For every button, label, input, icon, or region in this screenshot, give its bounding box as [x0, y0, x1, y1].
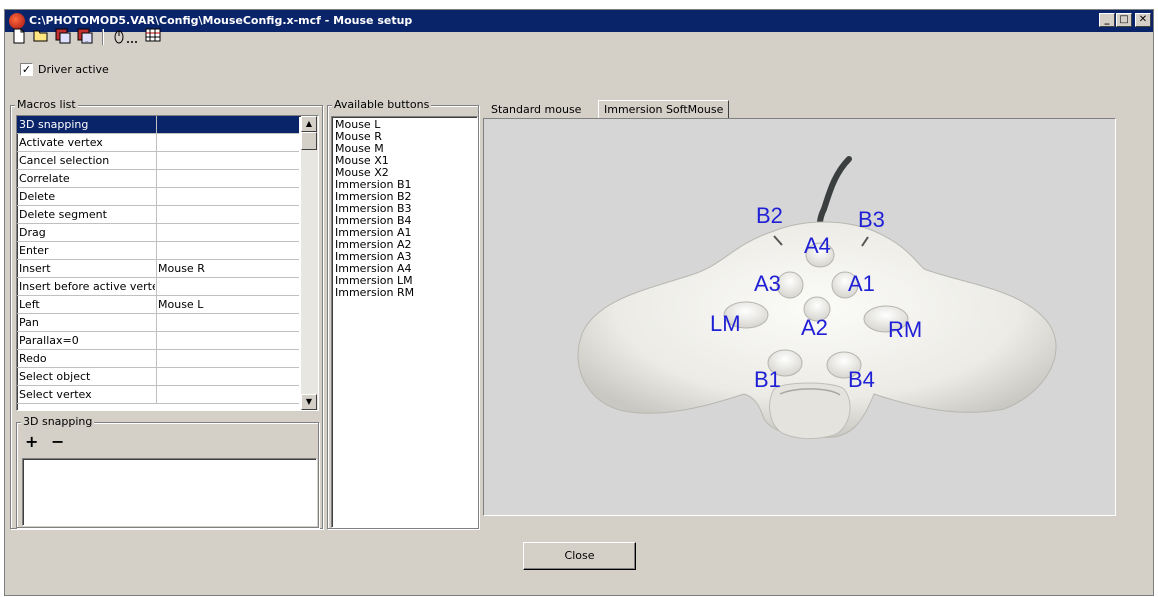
macro-name: Redo [19, 352, 47, 365]
new-file-icon[interactable] [10, 28, 28, 46]
macro-name: Cancel selection [19, 154, 110, 167]
table-row[interactable]: Select object [17, 368, 299, 386]
close-button[interactable]: Close [523, 542, 636, 570]
minimize-button[interactable]: _ [1099, 13, 1115, 27]
available-buttons-list[interactable]: Mouse L Mouse R Mouse M Mouse X1 Mouse X2 Imm… [331, 116, 478, 528]
table-row[interactable]: Select vertex [17, 386, 299, 404]
macro-name: Drag [19, 226, 46, 239]
column-divider [156, 206, 157, 224]
list-item[interactable]: Immersion RM [335, 287, 414, 299]
macro-name: Correlate [19, 172, 70, 185]
snapping-list[interactable] [22, 458, 317, 526]
column-divider [156, 134, 157, 152]
macro-name: Select vertex [19, 388, 92, 401]
column-divider [156, 242, 157, 260]
table-row[interactable]: Left Mouse L [17, 296, 299, 314]
table-row[interactable]: Parallax=0 [17, 332, 299, 350]
svg-text:..: .. [85, 37, 89, 44]
softmouse-image: B2 B3 A4 A3 A1 LM A2 RM B1 B4 [577, 156, 1057, 440]
label-a4: A4 [804, 233, 831, 258]
table-row[interactable]: Enter [17, 242, 299, 260]
label-lm: LM [710, 311, 741, 336]
table-row[interactable]: Delete [17, 188, 299, 206]
macro-name: 3D snapping [19, 118, 89, 131]
macros-scrollbar[interactable]: ▲ ▼ [301, 116, 318, 410]
maximize-button[interactable]: □ [1116, 13, 1132, 27]
available-buttons-title: Available buttons [332, 98, 432, 111]
add-button[interactable]: + [25, 432, 38, 451]
macro-name: Delete segment [19, 208, 107, 221]
column-divider [156, 152, 157, 170]
mouse-properties-icon[interactable] [112, 28, 140, 46]
column-divider [156, 188, 157, 206]
save-as-icon[interactable]: .. [76, 28, 94, 46]
column-divider [156, 260, 157, 278]
table-row[interactable]: Insert before active vertex [17, 278, 299, 296]
column-divider [156, 332, 157, 350]
checkbox-box[interactable]: ✓ [20, 63, 33, 76]
label-a3: A3 [754, 271, 781, 296]
macros-list-title: Macros list [15, 98, 78, 111]
macro-name: Select object [19, 370, 91, 383]
column-divider [156, 170, 157, 188]
table-row[interactable]: Activate vertex [17, 134, 299, 152]
macro-button: Mouse R [158, 262, 205, 275]
macro-name: Pan [19, 316, 39, 329]
column-divider [156, 116, 157, 134]
mouse-diagram: B2 B3 A4 A3 A1 LM A2 RM B1 B4 [483, 118, 1116, 516]
macro-button: Mouse L [158, 298, 204, 311]
driver-active-label: Driver active [38, 63, 109, 76]
macro-name: Activate vertex [19, 136, 103, 149]
label-a1: A1 [848, 271, 875, 296]
snapping-group-title: 3D snapping [21, 415, 95, 428]
macro-name: Left [19, 298, 40, 311]
macros-table[interactable]: 3D snapping Activate vertex Cancel selecti… [16, 115, 319, 411]
label-b3: B3 [858, 207, 885, 232]
table-row[interactable]: Drag [17, 224, 299, 242]
toolbar: .. [4, 26, 304, 48]
column-divider [156, 224, 157, 242]
grid-icon[interactable] [144, 28, 162, 46]
scroll-up-icon[interactable]: ▲ [301, 116, 317, 132]
label-rm: RM [888, 317, 922, 342]
label-b1: B1 [754, 367, 781, 392]
label-b2: B2 [756, 203, 783, 228]
toolbar-separator [102, 29, 104, 45]
scroll-thumb[interactable] [301, 132, 317, 150]
label-b4: B4 [848, 367, 875, 392]
table-row[interactable]: Delete segment [17, 206, 299, 224]
table-row[interactable]: Correlate [17, 170, 299, 188]
column-divider [156, 368, 157, 386]
table-row[interactable]: Pan [17, 314, 299, 332]
column-divider [156, 386, 157, 404]
macro-name: Insert [19, 262, 51, 275]
label-a2: A2 [801, 315, 828, 340]
column-divider [156, 314, 157, 332]
column-divider [156, 350, 157, 368]
column-divider [156, 296, 157, 314]
open-folder-icon[interactable] [32, 28, 50, 46]
save-icon[interactable] [54, 28, 72, 46]
macro-name: Insert before active vertex [19, 280, 155, 293]
column-divider [156, 278, 157, 296]
macro-name: Delete [19, 190, 56, 203]
macro-name: Parallax=0 [19, 334, 79, 347]
table-row[interactable]: 3D snapping [17, 116, 299, 134]
table-row[interactable]: Insert Mouse R [17, 260, 299, 278]
remove-button[interactable]: − [51, 432, 64, 451]
table-row[interactable]: Redo [17, 350, 299, 368]
tab-immersion-softmouse[interactable]: Immersion SoftMouse [598, 100, 730, 120]
scroll-down-icon[interactable]: ▼ [301, 394, 317, 410]
table-row[interactable]: Cancel selection [17, 152, 299, 170]
macro-name: Enter [19, 244, 49, 257]
close-window-button[interactable]: ✕ [1135, 13, 1151, 27]
